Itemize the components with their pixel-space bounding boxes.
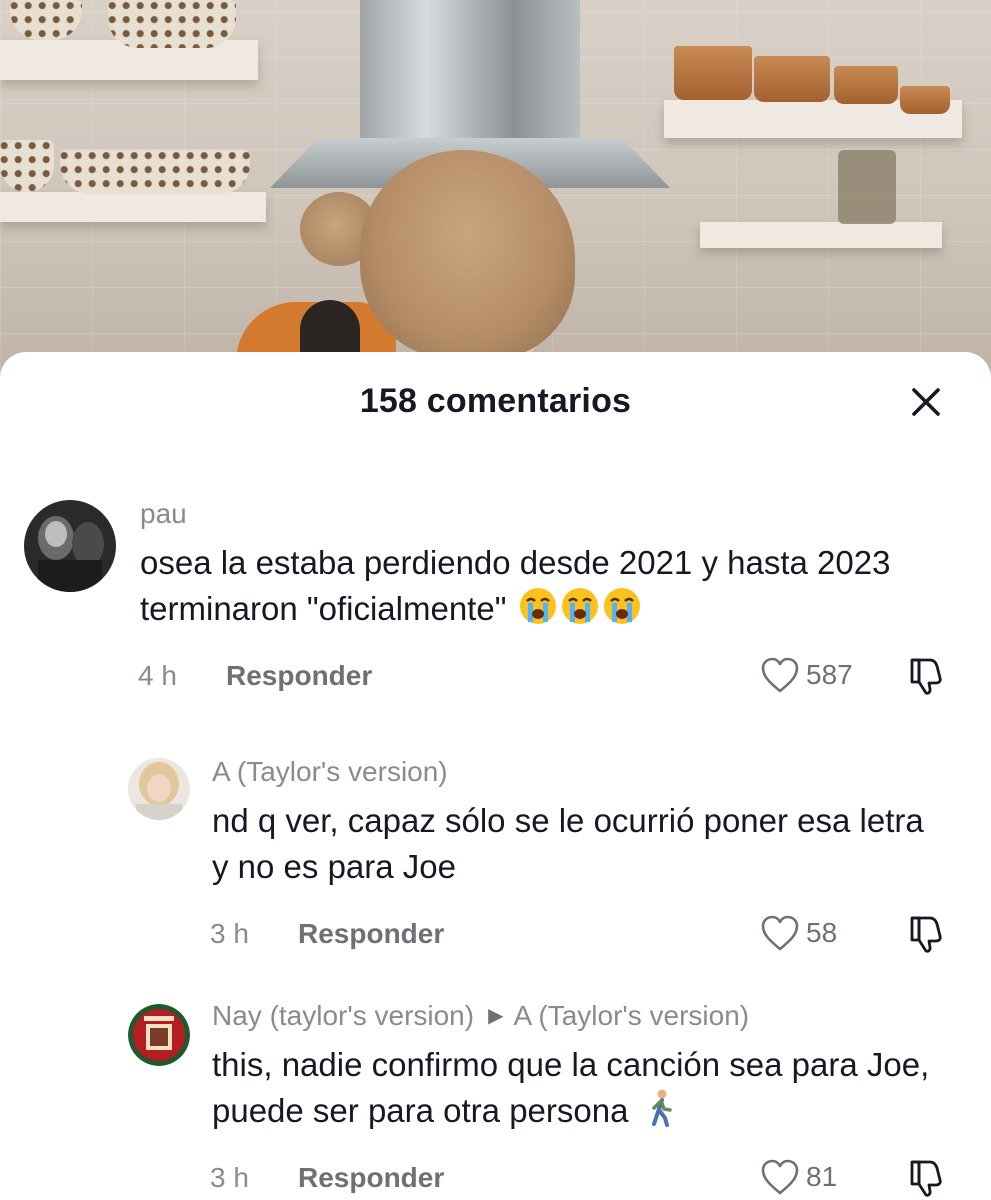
comment-text: osea la estaba perdiendo desde 2021 y ha…	[140, 540, 960, 632]
heart-icon	[761, 657, 799, 693]
bowl	[60, 150, 250, 194]
comments-sheet: 158 comentarios pau osea la estaba perdi…	[0, 352, 991, 1200]
jar	[838, 150, 896, 224]
reply-button[interactable]: Responder	[298, 918, 444, 950]
heart-icon	[761, 1159, 799, 1195]
dislike-icon[interactable]	[908, 656, 944, 696]
person-hair	[360, 150, 575, 360]
close-icon	[912, 388, 940, 416]
comment-text-content: osea la estaba perdiendo desde 2021 y ha…	[140, 544, 891, 627]
avatar[interactable]	[128, 1004, 190, 1066]
comment-time: 4 h	[138, 660, 177, 691]
bowl	[108, 0, 236, 48]
comment-username-link[interactable]: Nay (taylor's version)	[212, 1000, 474, 1031]
loudly-crying-face-icon	[561, 588, 598, 624]
range-hood	[360, 0, 580, 160]
avatar[interactable]	[128, 758, 190, 820]
loudly-crying-face-icon	[603, 588, 640, 624]
dislike-icon[interactable]	[908, 1158, 944, 1198]
comment-text-content: this, nadie confirmo que la canción sea …	[212, 1046, 930, 1129]
comment-username: Nay (taylor's version) ▶ A (Taylor's versi…	[212, 1000, 749, 1032]
reply-button[interactable]: Responder	[226, 660, 372, 692]
bowl	[0, 140, 54, 192]
comment-text: nd q ver, capaz sólo se le ocurrió poner…	[212, 802, 924, 885]
video-background	[0, 0, 991, 380]
like-button[interactable]: 58	[760, 914, 837, 952]
like-button[interactable]: 81	[760, 1158, 837, 1196]
comment-reply-item: Nay (taylor's version) ▶ A (Taylor's versi…	[0, 996, 991, 1200]
dislike-icon[interactable]	[908, 914, 944, 954]
copper-pot	[834, 66, 898, 104]
like-count: 58	[806, 917, 838, 948]
copper-pot	[754, 56, 830, 102]
comment-time: 3 h	[210, 1162, 249, 1193]
like-count: 587	[806, 659, 853, 690]
copper-pot	[674, 46, 752, 100]
like-count: 81	[806, 1161, 838, 1192]
heart-icon	[761, 915, 799, 951]
avatar[interactable]	[24, 500, 116, 592]
comment-reply-item: A (Taylor's version) nd q ver, capaz sól…	[0, 752, 991, 962]
comment-time: 3 h	[210, 918, 249, 949]
comment-item: pau osea la estaba perdiendo desde 2021 …	[0, 492, 991, 712]
person-walking-icon	[651, 1089, 672, 1127]
like-button[interactable]: 587	[760, 656, 853, 694]
comment-text: this, nadie confirmo que la canción sea …	[212, 1042, 942, 1134]
comment-username[interactable]: pau	[140, 498, 187, 530]
close-button[interactable]	[904, 380, 948, 424]
copper-pot	[900, 86, 950, 114]
reply-button[interactable]: Responder	[298, 1162, 444, 1194]
reply-arrow-icon: ▶	[488, 1005, 504, 1027]
comments-count-title: 158 comentarios	[359, 382, 632, 420]
shelf	[700, 222, 942, 248]
comment-username[interactable]: A (Taylor's version)	[212, 756, 448, 788]
shelf	[0, 192, 266, 222]
reply-to-username[interactable]: A (Taylor's version)	[513, 1000, 749, 1031]
loudly-crying-face-icon	[519, 588, 556, 624]
